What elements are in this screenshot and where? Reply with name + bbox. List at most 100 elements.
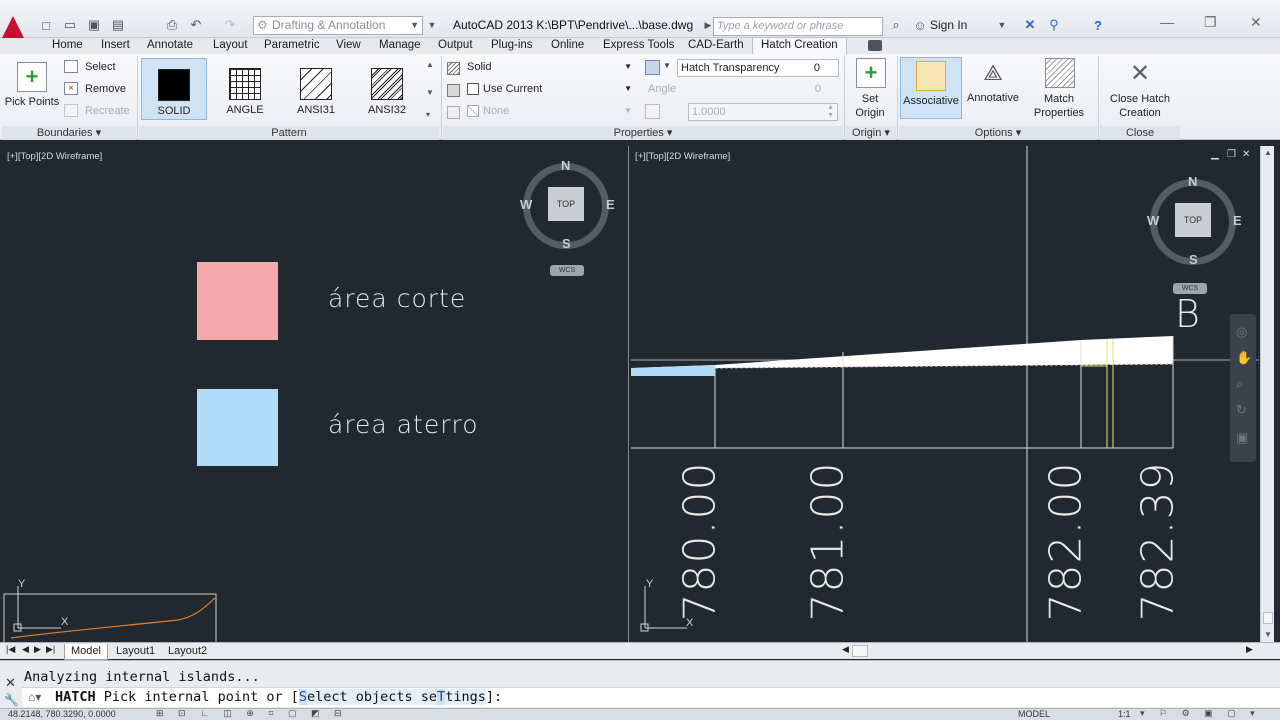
viewport-label[interactable]: [+][Top][2D Wireframe] (7, 151, 102, 162)
pattern-solid[interactable]: SOLID (141, 58, 207, 120)
tab-view[interactable]: View (336, 38, 361, 54)
command-input[interactable]: ⌂▾ HATCH Pick internal point or [Select … (22, 687, 1280, 707)
tab-home[interactable]: Home (52, 38, 83, 54)
binoculars-icon[interactable]: ⌕ (888, 17, 904, 33)
tab-cad-earth[interactable]: CAD-Earth (688, 38, 744, 54)
remove-boundary-button[interactable]: × Remove (64, 82, 134, 98)
compass-east[interactable]: E (1233, 213, 1242, 228)
compass-west[interactable]: W (1147, 213, 1159, 228)
recreate-boundary-button[interactable]: Recreate (64, 104, 134, 120)
scroll-right-icon[interactable]: ▶ (1246, 644, 1253, 655)
autocad-logo-icon[interactable] (2, 16, 24, 38)
tab-layout[interactable]: Layout (213, 38, 248, 54)
compass-south[interactable]: S (1189, 252, 1198, 267)
search-input[interactable]: Type a keyword or phrase (713, 17, 883, 36)
compass-south[interactable]: S (562, 236, 571, 251)
model-space-label[interactable]: MODEL (1018, 709, 1050, 719)
pick-points-button[interactable]: + Pick Points (4, 58, 60, 108)
tab-insert[interactable]: Insert (101, 38, 130, 54)
tab-online[interactable]: Online (551, 38, 584, 54)
new-icon[interactable]: □ (38, 17, 54, 33)
save-icon[interactable]: ▣ (86, 17, 102, 33)
tab-output[interactable]: Output (438, 38, 473, 54)
tab-manage[interactable]: Manage (379, 38, 421, 54)
orbit-icon[interactable]: ↻ (1236, 402, 1247, 418)
wcs-menu[interactable]: WCS (550, 265, 584, 276)
hatch-transparency-field[interactable]: Hatch Transparency 0 (677, 59, 839, 77)
properties-panel-title[interactable]: Properties ▾ (443, 126, 843, 140)
background-color-select[interactable]: None ▼ (463, 103, 635, 121)
compass-east[interactable]: E (606, 197, 615, 212)
ribbon-minimize-icon[interactable] (868, 40, 882, 51)
command-window[interactable]: ✕ 🔧 Analyzing internal islands... ⌂▾ HAT… (0, 660, 1280, 708)
pattern-angle[interactable]: ANGLE (212, 58, 278, 120)
pattern-scroll-down-icon[interactable]: ▼ (426, 88, 434, 97)
wcs-menu[interactable]: WCS (1173, 283, 1207, 294)
viewcube-top-face[interactable]: TOP (548, 187, 584, 221)
connect-icon[interactable]: ⚲ (1046, 17, 1062, 33)
save-as-icon[interactable]: ▤ (110, 17, 126, 33)
tab-model[interactable]: Model (64, 644, 108, 660)
help-icon[interactable]: ? (1090, 17, 1106, 33)
coordinates-readout[interactable]: 48.2148, 780.3290, 0.0000 (8, 709, 116, 719)
associative-button[interactable]: Associative (900, 57, 962, 119)
viewport-left[interactable]: [+][Top][2D Wireframe] área corte área a… (3, 146, 629, 642)
next-layout-icon[interactable]: ▶ (34, 644, 41, 655)
tab-hatch-creation[interactable]: Hatch Creation (752, 37, 847, 55)
user-icon[interactable]: ☺ (912, 17, 928, 33)
compass-north[interactable]: N (561, 158, 570, 173)
origin-panel-title[interactable]: Origin ▾ (846, 126, 896, 140)
redo-icon[interactable]: ↷ (222, 17, 238, 33)
command-close-icon[interactable]: ✕ (5, 675, 16, 691)
tab-express-tools[interactable]: Express Tools (603, 38, 674, 54)
pattern-ansi31[interactable]: ANSI31 (283, 58, 349, 120)
scroll-left-icon[interactable]: ◀ (842, 644, 849, 655)
viewcube[interactable]: TOP N S W E (1147, 174, 1247, 276)
maximize-icon[interactable]: ❐ (1204, 14, 1217, 31)
undo-icon[interactable]: ↶ (188, 17, 204, 33)
transparency-icon[interactable] (645, 60, 660, 75)
compass-west[interactable]: W (520, 197, 532, 212)
quick-access-menu-icon[interactable]: ▼ (424, 17, 440, 33)
open-icon[interactable]: ▭ (62, 17, 78, 33)
sign-in-button[interactable]: Sign In (930, 18, 967, 32)
scroll-up-icon[interactable]: ▲ (1264, 148, 1272, 157)
hatch-color-select[interactable]: Use Current ▼ (463, 81, 635, 99)
tab-plugins[interactable]: Plug-ins (491, 38, 533, 54)
match-properties-button[interactable]: Match Properties (1028, 58, 1092, 120)
pan-icon[interactable]: ✋ (1236, 350, 1252, 366)
pattern-ansi32[interactable]: ANSI32 (354, 58, 420, 120)
legend-cut-swatch[interactable] (197, 262, 278, 340)
close-hatch-creation-button[interactable]: ✕ Close Hatch Creation (1100, 58, 1180, 120)
viewcube[interactable]: TOP N S W E (520, 158, 620, 260)
set-origin-button[interactable]: + Set Origin (848, 58, 894, 120)
viewport-right[interactable]: [+][Top][2D Wireframe] ▁ ❐ ✕ B 780.00 78… (631, 146, 1259, 642)
tab-layout1[interactable]: Layout1 (110, 644, 161, 659)
compass-north[interactable]: N (1188, 174, 1197, 189)
first-layout-icon[interactable]: |◀ (6, 644, 15, 655)
last-layout-icon[interactable]: ▶| (46, 644, 55, 655)
tab-parametric[interactable]: Parametric (264, 38, 320, 54)
showmotion-icon[interactable]: ▣ (1236, 430, 1248, 446)
pattern-scroll-up-icon[interactable]: ▲ (426, 60, 434, 69)
horizontal-scroll-thumb[interactable] (852, 645, 868, 657)
legend-fill-swatch[interactable] (197, 389, 278, 466)
viewcube-top-face[interactable]: TOP (1175, 203, 1211, 237)
vertical-scrollbar[interactable]: ▲ ▼ (1260, 146, 1274, 642)
tab-layout2[interactable]: Layout2 (162, 644, 213, 659)
pattern-expand-icon[interactable]: ▾ (426, 110, 430, 119)
snap-icons[interactable]: ⊞ ⊡ ∟ ◫ ⊕ ⌗ ▢ ◩ ⊟ (156, 708, 348, 719)
hatch-type-select[interactable]: Solid ▼ (463, 59, 635, 77)
plot-icon[interactable]: ⎙ (164, 17, 180, 33)
command-settings-icon[interactable]: 🔧 (4, 693, 19, 707)
prev-layout-icon[interactable]: ◀ (22, 644, 29, 655)
options-panel-title[interactable]: Options ▾ (899, 126, 1097, 140)
scale-field[interactable]: 1.0000 ▲ ▼ (688, 103, 838, 121)
close-icon[interactable]: ✕ (1250, 14, 1262, 31)
steering-wheel-icon[interactable]: ◎ (1236, 324, 1247, 340)
scroll-thumb[interactable] (1263, 612, 1273, 624)
exchange-icon[interactable]: ✕ (1022, 17, 1038, 33)
signin-dropdown-icon[interactable]: ▼ (994, 17, 1010, 33)
status-tray-icons[interactable]: ▾ ⚐ ⚙ ▣ ▢ ▾ (1140, 708, 1261, 719)
angle-field[interactable]: Angle 0 (645, 81, 839, 99)
